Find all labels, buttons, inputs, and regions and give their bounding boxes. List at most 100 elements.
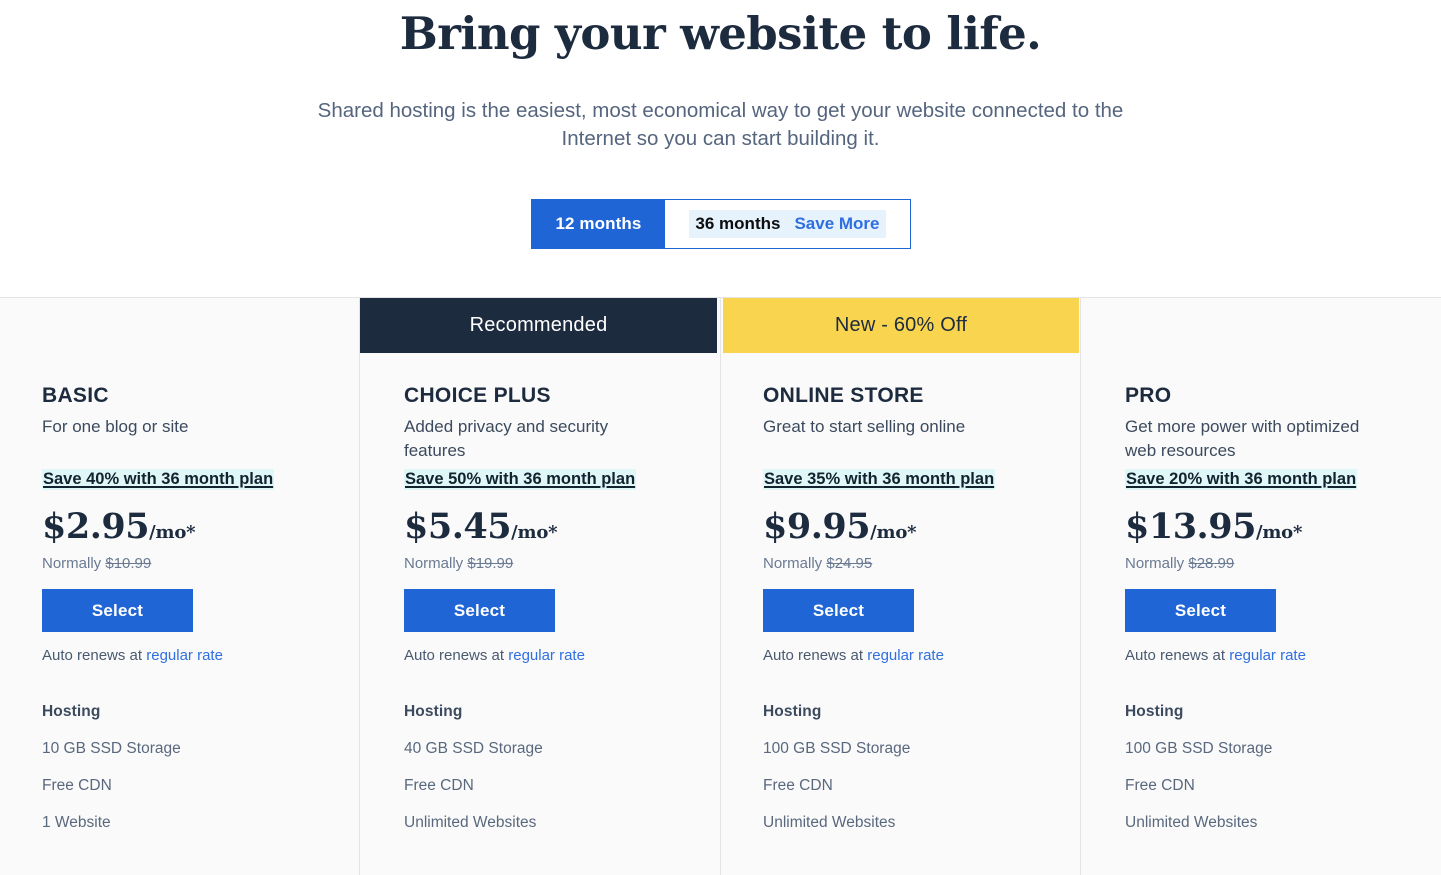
feature-item: Free CDN — [404, 777, 474, 794]
regular-rate-link-basic[interactable]: regular rate — [146, 647, 223, 664]
price-suffix-online-store: /mo* — [870, 522, 917, 543]
term-option-36-save-more[interactable]: Save More — [794, 214, 879, 234]
price-row-online-store: $9.95 /mo* — [763, 506, 1081, 547]
normally-price-pro: Normally $28.99 — [1125, 555, 1441, 572]
feature-item: 100 GB SSD Storage — [1125, 740, 1273, 757]
plan-name-choice-plus: CHOICE PLUS — [404, 384, 551, 407]
plan-body-basic: BASIC For one blog or site Save 40% with… — [0, 353, 360, 832]
term-option-12-months[interactable]: 12 months — [531, 200, 666, 248]
term-option-36-highlight: 36 months Save More — [689, 210, 886, 238]
hero-subtitle: Shared hosting is the easiest, most econ… — [317, 99, 1124, 151]
save-link-row-choice-plus: Save 50% with 36 month plan — [404, 469, 721, 493]
feature-item: 100 GB SSD Storage — [763, 740, 911, 757]
feature-item: Free CDN — [42, 777, 112, 794]
features-heading-online-store: Hosting — [763, 703, 822, 720]
feature-item: 10 GB SSD Storage — [42, 740, 181, 757]
renews-label-online-store: Auto renews at — [763, 647, 864, 664]
plan-banner-pro — [1081, 298, 1441, 353]
renews-note-choice-plus: Auto renews at regular rate — [404, 647, 721, 664]
price-row-pro: $13.95 /mo* — [1125, 506, 1441, 547]
price-amount-choice-plus: $5.45 — [404, 506, 512, 547]
select-button-basic[interactable]: Select — [42, 589, 193, 632]
plan-banner-choice-plus: Recommended — [360, 298, 717, 353]
feature-item: Unlimited Websites — [404, 814, 537, 831]
plan-description-choice-plus: Added privacy and security features — [404, 417, 609, 460]
normally-struck-online-store: $24.95 — [826, 555, 873, 572]
features-choice-plus: Hosting 40 GB SSD Storage Free CDN Unlim… — [404, 703, 721, 832]
regular-rate-link-choice-plus[interactable]: regular rate — [508, 647, 585, 664]
feature-item: Unlimited Websites — [763, 814, 896, 831]
price-suffix-basic: /mo* — [149, 522, 196, 543]
term-option-36-label: 36 months — [695, 214, 781, 233]
select-button-choice-plus[interactable]: Select — [404, 589, 555, 632]
renews-label-pro: Auto renews at — [1125, 647, 1226, 664]
pricing-grid: BASIC For one blog or site Save 40% with… — [0, 297, 1441, 875]
plan-description-pro: Get more power with optimized web resour… — [1125, 417, 1360, 460]
plan-card-list: BASIC For one blog or site Save 40% with… — [0, 298, 1441, 875]
plan-card-choice-plus[interactable]: Recommended CHOICE PLUS Added privacy an… — [360, 298, 721, 875]
normally-price-choice-plus: Normally $19.99 — [404, 555, 721, 572]
plan-body-choice-plus: CHOICE PLUS Added privacy and security f… — [360, 353, 721, 832]
term-toggle[interactable]: 12 months 36 months Save More — [530, 199, 911, 249]
pricing-page: Bring your website to life. Shared hosti… — [0, 0, 1441, 875]
regular-rate-link-pro[interactable]: regular rate — [1229, 647, 1306, 664]
price-amount-online-store: $9.95 — [763, 506, 871, 547]
plan-body-online-store: ONLINE STORE Great to start selling onli… — [721, 353, 1081, 832]
page-title: Bring your website to life. — [399, 7, 1042, 60]
normally-price-basic: Normally $10.99 — [42, 555, 360, 572]
plan-description-basic: For one blog or site — [42, 417, 189, 436]
term-toggle-wrapper: 12 months 36 months Save More — [0, 199, 1441, 249]
normally-struck-choice-plus: $19.99 — [467, 555, 514, 572]
features-online-store: Hosting 100 GB SSD Storage Free CDN Unli… — [763, 703, 1081, 832]
plan-banner-online-store: New - 60% Off — [723, 298, 1079, 353]
features-pro: Hosting 100 GB SSD Storage Free CDN Unli… — [1125, 703, 1441, 832]
feature-item: Unlimited Websites — [1125, 814, 1258, 831]
plan-card-pro[interactable]: PRO Get more power with optimized web re… — [1081, 298, 1441, 875]
renews-note-online-store: Auto renews at regular rate — [763, 647, 1081, 664]
normally-label-pro: Normally — [1125, 555, 1185, 572]
plan-name-online-store: ONLINE STORE — [763, 384, 924, 407]
save-link-row-basic: Save 40% with 36 month plan — [42, 469, 360, 493]
feature-item: 40 GB SSD Storage — [404, 740, 543, 757]
plan-name-basic: BASIC — [42, 384, 109, 407]
plan-name-pro: PRO — [1125, 384, 1172, 407]
regular-rate-link-online-store[interactable]: regular rate — [867, 647, 944, 664]
save-link-row-pro: Save 20% with 36 month plan — [1125, 469, 1441, 493]
renews-note-pro: Auto renews at regular rate — [1125, 647, 1441, 664]
save-link-choice-plus[interactable]: Save 50% with 36 month plan — [404, 469, 637, 490]
normally-label-online-store: Normally — [763, 555, 823, 572]
features-heading-pro: Hosting — [1125, 703, 1184, 720]
select-button-online-store[interactable]: Select — [763, 589, 914, 632]
plan-card-basic[interactable]: BASIC For one blog or site Save 40% with… — [0, 298, 360, 875]
normally-struck-pro: $28.99 — [1188, 555, 1235, 572]
plan-description-online-store: Great to start selling online — [763, 417, 966, 436]
normally-label-choice-plus: Normally — [404, 555, 464, 572]
select-button-pro[interactable]: Select — [1125, 589, 1276, 632]
normally-label-basic: Normally — [42, 555, 102, 572]
price-row-basic: $2.95 /mo* — [42, 506, 360, 547]
save-link-basic[interactable]: Save 40% with 36 month plan — [42, 469, 275, 490]
term-option-36-months[interactable]: 36 months Save More — [665, 200, 910, 248]
normally-struck-basic: $10.99 — [105, 555, 152, 572]
save-link-pro[interactable]: Save 20% with 36 month plan — [1125, 469, 1358, 490]
save-link-row-online-store: Save 35% with 36 month plan — [763, 469, 1081, 493]
hero-section: Bring your website to life. Shared hosti… — [0, 0, 1441, 297]
plan-card-online-store[interactable]: New - 60% Off ONLINE STORE Great to star… — [721, 298, 1081, 875]
plan-banner-basic — [0, 298, 360, 353]
features-heading-basic: Hosting — [42, 703, 101, 720]
price-row-choice-plus: $5.45 /mo* — [404, 506, 721, 547]
price-amount-pro: $13.95 — [1125, 506, 1256, 547]
renews-note-basic: Auto renews at regular rate — [42, 647, 360, 664]
renews-label-choice-plus: Auto renews at — [404, 647, 505, 664]
feature-item: 1 Website — [42, 814, 111, 831]
plan-body-pro: PRO Get more power with optimized web re… — [1081, 353, 1441, 832]
features-basic: Hosting 10 GB SSD Storage Free CDN 1 Web… — [42, 703, 360, 832]
feature-item: Free CDN — [763, 777, 833, 794]
normally-price-online-store: Normally $24.95 — [763, 555, 1081, 572]
price-suffix-choice-plus: /mo* — [511, 522, 558, 543]
save-link-online-store[interactable]: Save 35% with 36 month plan — [763, 469, 996, 490]
feature-item: Free CDN — [1125, 777, 1195, 794]
renews-label-basic: Auto renews at — [42, 647, 143, 664]
price-amount-basic: $2.95 — [42, 506, 150, 547]
features-heading-choice-plus: Hosting — [404, 703, 463, 720]
